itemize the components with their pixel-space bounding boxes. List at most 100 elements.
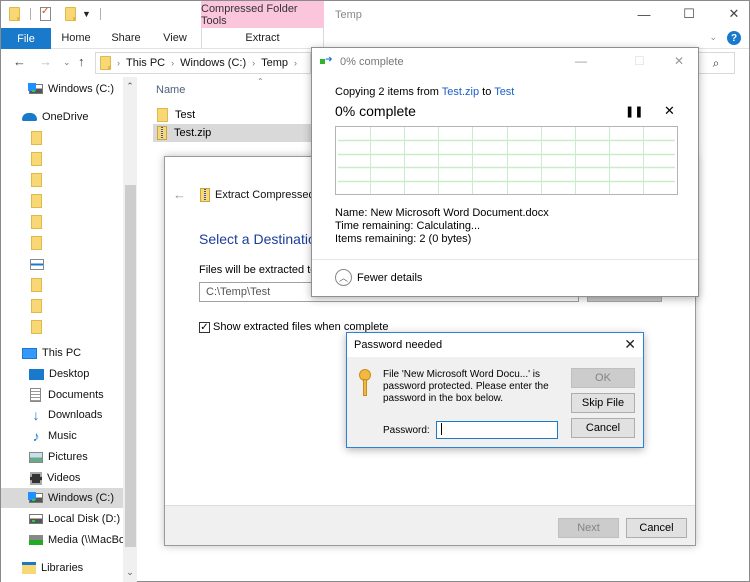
source-link[interactable]: Test.zip xyxy=(442,86,479,98)
copy-icon xyxy=(320,54,334,66)
minimize-button[interactable]: — xyxy=(629,5,659,23)
nav-item-onedrive-folder[interactable] xyxy=(31,275,47,295)
breadcrumb-this-pc[interactable]: This PC xyxy=(126,57,165,69)
nav-item-downloads[interactable]: ↓ Downloads xyxy=(29,405,103,425)
file-row[interactable]: Test xyxy=(153,106,318,124)
folder-icon xyxy=(31,215,42,229)
checkbox-checked-icon[interactable]: ✓ xyxy=(199,321,210,333)
compressed-folder-tools-label: Compressed Folder Tools xyxy=(201,1,324,29)
breadcrumb-windows-c[interactable]: Windows (C:) xyxy=(180,57,246,69)
new-folder-icon[interactable] xyxy=(65,7,76,21)
copy-progress-dialog: 0% complete — ☐ ✕ Copying 2 items from T… xyxy=(311,47,699,297)
nav-item-videos[interactable]: Videos xyxy=(30,468,80,488)
fewer-details-button[interactable]: ︿ Fewer details xyxy=(335,269,422,286)
close-button[interactable]: ✕ xyxy=(719,5,749,23)
folder-icon xyxy=(100,56,111,70)
back-arrow-icon[interactable]: ← xyxy=(173,187,186,202)
title-bar: ▼ Compressed Folder Tools Temp — ☐ ✕ xyxy=(1,1,749,29)
window-title: Temp xyxy=(335,9,362,21)
scroll-up-icon[interactable]: ⌃ xyxy=(123,81,137,92)
file-explorer-window: ▼ Compressed Folder Tools Temp — ☐ ✕ Fil… xyxy=(0,0,750,582)
scroll-down-icon[interactable]: ⌄ xyxy=(123,567,137,578)
nav-item-documents[interactable]: Documents xyxy=(30,385,104,405)
cancel-button[interactable]: Cancel xyxy=(626,518,687,538)
close-button[interactable]: ✕ xyxy=(674,54,684,68)
nav-item-desktop[interactable]: Desktop xyxy=(29,364,89,384)
drive-icon xyxy=(28,83,43,94)
zip-folder-icon xyxy=(200,188,210,202)
expand-ribbon-icon[interactable]: ⌄ xyxy=(709,32,717,43)
nav-pane-scrollbar[interactable]: ⌃ ⌄ xyxy=(123,77,137,582)
detail-time-remaining: Time remaining: Calculating... xyxy=(335,220,480,232)
search-box[interactable]: ⌕ xyxy=(697,52,735,74)
breadcrumb-temp[interactable]: Temp xyxy=(261,57,288,69)
back-button[interactable]: ← xyxy=(13,54,26,69)
text-caret xyxy=(441,423,442,435)
nav-item-local-disk-d[interactable]: Local Disk (D:) xyxy=(29,509,120,529)
percent-complete-label: 0% complete xyxy=(335,103,416,119)
maximize-button: ☐ xyxy=(634,54,645,68)
pictures-icon xyxy=(29,451,43,463)
customize-dropdown-icon[interactable]: ▼ xyxy=(82,9,91,19)
recent-locations-button[interactable]: ⌄ xyxy=(63,57,71,68)
nav-item-windows-c[interactable]: Windows (C:) xyxy=(28,79,115,99)
password-input[interactable] xyxy=(436,421,558,439)
password-needed-dialog: Password needed ✕ File 'New Microsoft Wo… xyxy=(346,332,644,448)
nav-item-onedrive-folder[interactable] xyxy=(31,317,47,337)
divider xyxy=(312,259,698,260)
dialog-title-bar: Password needed ✕ xyxy=(347,333,643,357)
file-name: Test xyxy=(175,109,196,121)
address-bar[interactable]: › This PC › Windows (C:) › Temp › xyxy=(95,52,311,74)
maximize-button[interactable]: ☐ xyxy=(674,5,704,23)
folder-icon[interactable] xyxy=(9,7,20,21)
column-header-name[interactable]: Name xyxy=(156,84,185,96)
pause-icon[interactable]: ❚❚ xyxy=(625,105,643,118)
nav-item-windows-c-selected[interactable]: Windows (C:) xyxy=(1,488,123,508)
transfer-speed-graph xyxy=(335,126,678,195)
nav-item-libraries[interactable]: Libraries xyxy=(22,558,83,578)
nav-item-onedrive-folder[interactable] xyxy=(31,296,47,316)
minimize-button[interactable]: — xyxy=(575,54,587,68)
password-message: File 'New Microsoft Word Docu...' is pas… xyxy=(383,369,549,404)
nav-item-onedrive-folder[interactable] xyxy=(31,149,47,169)
nav-item-media-network[interactable]: Media (\\MacBo xyxy=(29,530,123,550)
nav-item-onedrive-folder[interactable] xyxy=(31,212,47,232)
close-button[interactable]: ✕ xyxy=(624,336,636,353)
nav-item-this-pc[interactable]: This PC xyxy=(22,343,81,363)
nav-item-music[interactable]: ♪ Music xyxy=(29,426,77,446)
fewer-details-label: Fewer details xyxy=(357,271,423,284)
next-button[interactable]: Next xyxy=(558,518,619,538)
stop-icon[interactable]: ✕ xyxy=(664,103,675,119)
ok-button[interactable]: OK xyxy=(571,368,635,388)
tab-file[interactable]: File xyxy=(1,28,51,49)
help-icon[interactable]: ? xyxy=(727,31,741,45)
tab-share[interactable]: Share xyxy=(101,28,151,48)
zip-folder-icon xyxy=(157,126,167,140)
nav-item-pictures[interactable]: Pictures xyxy=(29,447,88,467)
shortcut-icon xyxy=(30,258,44,270)
skip-file-button[interactable]: Skip File xyxy=(571,393,635,413)
detail-items-remaining: Items remaining: 2 (0 bytes) xyxy=(335,233,471,245)
file-row-selected[interactable]: Test.zip xyxy=(153,124,318,142)
nav-item-onedrive-shortcut[interactable] xyxy=(30,254,49,274)
properties-icon[interactable] xyxy=(40,6,51,21)
scrollbar-thumb[interactable] xyxy=(125,185,136,547)
forward-button[interactable]: → xyxy=(39,54,52,69)
tab-home[interactable]: Home xyxy=(51,28,101,48)
file-name: Test.zip xyxy=(174,127,212,139)
nav-item-label: Windows (C:) xyxy=(48,83,115,95)
cancel-button[interactable]: Cancel xyxy=(571,418,635,438)
destination-link[interactable]: Test xyxy=(494,86,514,98)
folder-icon xyxy=(31,299,42,313)
password-label: Password: xyxy=(383,425,430,436)
nav-item-onedrive-folder[interactable] xyxy=(31,191,47,211)
nav-item-onedrive-folder[interactable] xyxy=(31,170,47,190)
nav-item-onedrive[interactable]: OneDrive xyxy=(22,107,88,127)
nav-item-onedrive-folder[interactable] xyxy=(31,128,47,148)
tab-extract[interactable]: Extract xyxy=(201,28,324,48)
up-button[interactable]: ↑ xyxy=(78,54,85,69)
tab-view[interactable]: View xyxy=(151,28,199,48)
nav-item-onedrive-folder[interactable] xyxy=(31,233,47,253)
drive-icon xyxy=(28,492,43,503)
breadcrumb-separator-icon: › xyxy=(294,58,298,68)
